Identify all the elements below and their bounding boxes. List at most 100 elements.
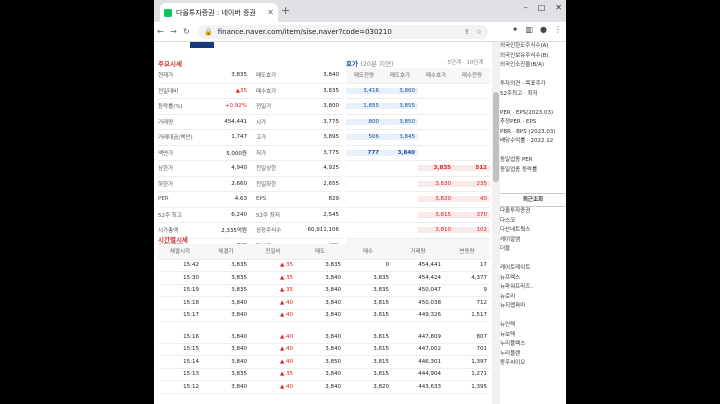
summary-label: 전일하한 [256,181,277,188]
related-item[interactable]: 동우씨이오 [500,359,566,369]
scroll-thumb[interactable] [493,92,499,182]
ticks-header: 체결시각 체결가 전일비 매도 매수 거래량 변동량 [158,244,490,260]
orderbook-header-cell: 매도잔량 [353,73,375,80]
tick-cell: 15:42 [183,262,199,269]
tick-cell: 3,820 [373,383,389,390]
ask-price: 3,840 [382,149,418,156]
tick-cell: 1,517 [471,312,487,319]
ask-volume: 777 [346,149,382,156]
orderbook-header: 매도잔량 매도호가 매수호가 매수잔량 [346,68,490,84]
menu-icon[interactable]: ⋮ [554,25,562,34]
related-item[interactable]: 누리플랜 [500,350,566,360]
related-item[interactable]: 누리플렉스 [500,340,566,350]
summary-label: 52주 최저 [256,212,280,219]
forward-icon[interactable]: → [167,27,180,36]
related-item[interactable]: 뉴보텍 [500,331,566,341]
bid-volume: 370 [454,211,490,218]
summary-title: 주요시세 [158,60,182,68]
tick-cell: 17 [480,262,487,269]
summary-row: 하한가 2,660 전일하한 2,655 [158,177,342,192]
active-tab[interactable]: 다올투자증권 : 네이버 증권 ✕ [160,3,278,22]
table-row: 15:14 3,840 ▲ 40 3,850 3,815 446,301 1,397 [158,356,490,369]
extensions-icon[interactable]: ✦ [512,25,519,34]
summary-row: 52주 최고 6,240 52주 최저 2,545 [158,208,342,223]
reload-icon[interactable]: ↻ [180,27,193,36]
recent-title[interactable]: 최근조회 [500,193,566,207]
summary-label: 등락률(%) [158,104,183,111]
close-tab-icon[interactable]: ✕ [267,8,274,17]
tick-cell: 444,904 [418,371,441,378]
summary-row: 전일대비 ▲35 매수호가 3,835 [158,84,342,99]
sidebar-info-line: 외국인한도주식수(A) [500,43,549,49]
tick-cell: 3,840 [325,333,341,340]
summary-label: 거래량 [158,119,174,126]
table-row: 15:15 3,840 ▲ 40 3,840 3,815 447,002 701 [158,344,490,356]
recent-item[interactable]: 다스코 [500,217,566,227]
tick-cell: 807 [476,333,488,340]
summary-value: 1,747 [231,134,247,141]
maximize-icon[interactable]: □ [538,3,546,12]
share-icon[interactable]: ⇪ [464,28,470,36]
summary-value: 2,655 [323,180,339,187]
related-item[interactable]: 뉴지랩파마 [500,302,566,312]
address-bar[interactable]: 🔒 finance.naver.com/item/sise.naver?code=… [198,25,488,39]
bid-volume: 40 [454,196,490,203]
back-icon[interactable]: ← [154,27,167,36]
ask-row: 800 3,850 [346,115,490,130]
tick-cell: 446,301 [418,358,441,365]
summary-label: 52주 최고 [158,212,182,219]
ticks-header-cell: 전일비 [265,249,281,256]
tick-cell: 3,835 [325,262,341,269]
related-item[interactable]: 뉴로리 [500,293,566,303]
ask-row: 777 3,840 [346,146,490,161]
sidebar-info-line [500,99,566,109]
bid-volume: 512 [454,165,490,172]
tick-cell: 449,326 [418,312,441,319]
tick-cell: 1,397 [471,358,487,365]
sidebar-info-line: PER · EPS(2023.03) [500,109,554,116]
minimize-icon[interactable]: – [524,3,528,12]
related-item[interactable]: 뉴파워프라즈.. [500,283,566,293]
tick-cell: 3,840 [325,299,341,306]
orderbook-header-cell: 매수잔량 [461,73,483,80]
bid-row: 3,810 102 [346,223,490,239]
summary-label: 매수호가 [256,88,277,95]
profile-icon[interactable]: ● [540,25,547,34]
summary-value: 3,895 [323,134,339,141]
summary-value: 60,911,106 [307,227,340,234]
related-item[interactable]: 뉴인텍 [500,321,566,331]
tick-cell: 1,395 [471,383,487,390]
recent-item[interactable]: 케이알엠 [500,236,566,246]
naver-favicon-icon [164,8,172,17]
bookmark-star-icon[interactable]: ☆ [476,28,482,36]
sidebar-info-line [500,147,566,157]
related-item[interactable]: 뉴프렉스 [500,274,566,284]
new-tab-button[interactable]: + [281,4,290,17]
table-row: 15:12 3,840 ▲ 40 3,840 3,820 443,633 1,395 [158,381,490,394]
tick-cell: ▲ 35 [280,287,293,294]
recent-item[interactable]: 더블 [500,245,566,255]
summary-value: +0.92% [224,103,247,110]
summary-table: 현재가 3,835 매도호가 3,840 전일대비 ▲35 매수호가 3,835 등락률(%) +… [158,68,342,254]
orderbook-depth-links[interactable]: · 5단계 · 10단계 [444,58,483,66]
tick-cell: 15:14 [183,358,199,365]
sidebar-info-line [500,71,566,81]
summary-value: 3,835 [231,72,247,79]
ask-volume: 800 [346,118,382,125]
table-row: 15:17 3,840 ▲ 40 3,840 3,815 449,326 1,517 [158,310,490,322]
summary-value: 3,835 [323,87,339,94]
close-window-icon[interactable]: ✕ [555,3,562,12]
sidepanel-icon[interactable]: ▥ [525,25,533,34]
sidebar-info-line: 투자의견 · 목표주가 [500,81,546,87]
scrollbar[interactable] [492,42,500,404]
related-item[interactable] [500,312,566,322]
ticks-table: 체결시각 체결가 전일비 매도 매수 거래량 변동량 15:42 3,835 ▲ 35 3,835 0… [158,244,490,394]
browser-window: 다올투자증권 : 네이버 증권 ✕ + – □ ✕ ← → ↻ 🔒 finance.na… [154,0,566,404]
recent-item[interactable]: 다산네트웍스 [500,226,566,236]
orderbook-header-cell: 매도호가 [389,73,411,80]
tick-cell: 3,815 [373,358,389,365]
related-item[interactable]: 케어트레이트 [500,264,566,274]
recent-item[interactable]: 다올투자증권 [500,207,566,217]
tick-cell: 3,840 [231,299,247,306]
